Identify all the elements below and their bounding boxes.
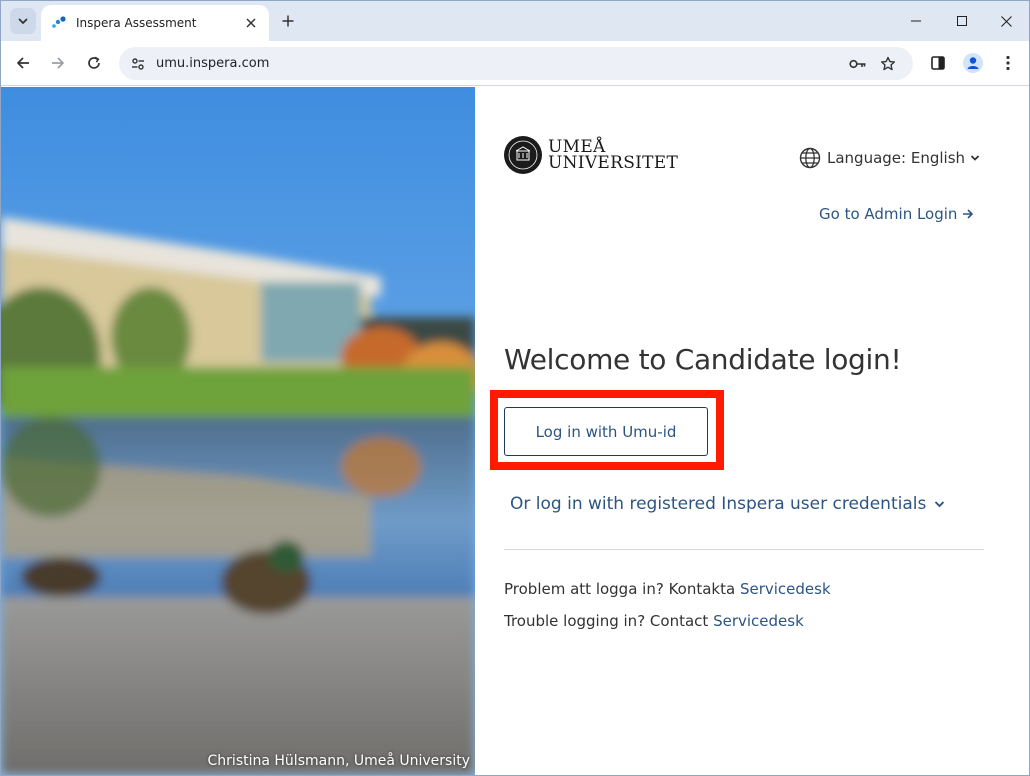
reload-icon <box>88 56 100 69</box>
inspera-favicon-icon <box>51 15 67 31</box>
language-selector[interactable]: Language: English <box>799 147 980 169</box>
help-text-swedish: Problem att logga in? Kontakta Servicede… <box>504 580 831 598</box>
minimize-button[interactable] <box>893 5 939 37</box>
key-icon[interactable] <box>845 51 871 76</box>
browser-toolbar: umu.inspera.com <box>1 41 1029 86</box>
chevron-down-icon <box>18 18 28 24</box>
alt-login-toggle[interactable]: Or log in with registered Inspera user c… <box>510 494 945 514</box>
forward-button[interactable] <box>43 48 73 78</box>
address-bar[interactable]: umu.inspera.com <box>119 47 913 80</box>
umu-id-login-button[interactable]: Log in with Umu-id <box>504 407 708 456</box>
servicedesk-link-en[interactable]: Servicedesk <box>713 612 804 630</box>
close-icon <box>1000 15 1012 27</box>
bookmark-star-icon[interactable] <box>875 51 901 76</box>
chevron-down-icon <box>935 501 945 508</box>
servicedesk-link-sv[interactable]: Servicedesk <box>740 580 831 598</box>
arrow-right-icon <box>52 57 64 69</box>
browser-window: Inspera Assessment umu.inspera.com Chris… <box>0 0 1030 776</box>
university-logo: UMEÅ UNIVERSITET <box>504 136 678 174</box>
chevron-down-icon <box>970 155 980 161</box>
tab-title: Inspera Assessment <box>76 16 197 30</box>
tab-strip: Inspera Assessment <box>1 1 1029 41</box>
admin-login-link[interactable]: Go to Admin Login <box>819 205 974 223</box>
minimize-icon <box>911 20 921 22</box>
arrow-left-icon <box>17 57 29 69</box>
page-title: Welcome to Candidate login! <box>504 343 902 376</box>
site-info-icon[interactable] <box>125 51 151 76</box>
browser-tab[interactable]: Inspera Assessment <box>41 5 269 41</box>
maximize-icon <box>957 16 967 26</box>
university-seal-icon <box>504 136 542 174</box>
photo-credit: Christina Hülsmann, Umeå University <box>207 753 470 769</box>
close-window-button[interactable] <box>983 5 1029 37</box>
new-tab-button[interactable] <box>277 10 299 32</box>
maximize-button[interactable] <box>939 5 985 37</box>
back-button[interactable] <box>8 48 38 78</box>
campus-photo: Christina Hülsmann, Umeå University <box>1 87 475 775</box>
login-panel: UMEÅ UNIVERSITET Language: English Go to… <box>475 87 1029 775</box>
tab-close-icon[interactable] <box>239 11 263 35</box>
url-text[interactable]: umu.inspera.com <box>156 47 269 80</box>
arrow-right-icon <box>963 209 974 219</box>
help-text-english: Trouble logging in? Contact Servicedesk <box>504 612 804 630</box>
help-sv-text: Problem att logga in? Kontakta <box>504 580 736 598</box>
logo-line-2: UNIVERSITET <box>548 153 679 173</box>
menu-dots-icon[interactable] <box>993 48 1023 78</box>
side-panel-icon[interactable] <box>923 48 953 78</box>
alt-login-label: Or log in with registered Inspera user c… <box>510 494 927 514</box>
reload-button[interactable] <box>79 48 109 78</box>
globe-icon <box>799 147 821 169</box>
university-name: UMEÅ UNIVERSITET <box>548 139 679 173</box>
divider <box>504 549 984 550</box>
tab-search-button[interactable] <box>10 8 36 34</box>
language-label: Language: English <box>827 149 966 167</box>
admin-login-label: Go to Admin Login <box>819 205 958 223</box>
help-en-text: Trouble logging in? Contact <box>504 612 709 630</box>
plus-icon <box>282 15 294 27</box>
profile-avatar-icon[interactable] <box>958 48 988 78</box>
